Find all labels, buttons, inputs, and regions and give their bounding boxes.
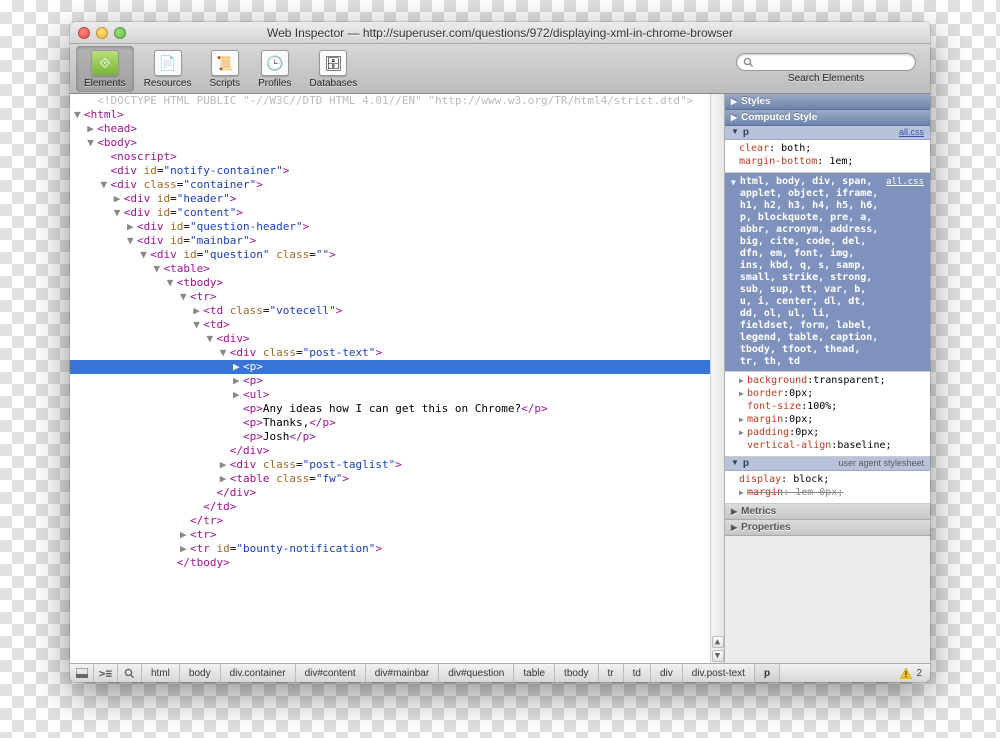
databases-icon: 🗄 bbox=[319, 50, 347, 76]
toolbar: ⟐ Elements 📄 Resources 📜 Scripts 🕒 Profi… bbox=[70, 44, 930, 94]
rule-2-header[interactable]: ▼html, body, div, span, applet, object, … bbox=[725, 173, 930, 372]
search-input[interactable] bbox=[754, 56, 909, 68]
breadcrumb-p[interactable]: p bbox=[755, 664, 780, 682]
breadcrumb-div-content[interactable]: div#content bbox=[296, 664, 366, 682]
dock-icon[interactable] bbox=[70, 664, 94, 682]
scroll-up-icon[interactable]: ▲ bbox=[712, 636, 724, 648]
inspector-window: Web Inspector — http://superuser.com/que… bbox=[70, 22, 930, 682]
rule-2-body[interactable]: ▶background: transparent; ▶border: 0px; … bbox=[725, 372, 930, 457]
breadcrumb-table[interactable]: table bbox=[514, 664, 555, 682]
metrics-section[interactable]: ▶Metrics bbox=[725, 504, 930, 520]
properties-section[interactable]: ▶Properties bbox=[725, 520, 930, 536]
rule-1-body[interactable]: clear: both; margin-bottom: 1em; bbox=[725, 140, 930, 173]
scripts-tab[interactable]: 📜 Scripts bbox=[202, 46, 249, 92]
main-area: <!DOCTYPE HTML PUBLIC "-//W3C//DTD HTML … bbox=[70, 94, 930, 663]
breadcrumb-div-question[interactable]: div#question bbox=[439, 664, 514, 682]
search-input-wrap[interactable] bbox=[736, 53, 916, 71]
computed-section[interactable]: ▶Computed Style bbox=[725, 110, 930, 126]
rule-3-header[interactable]: ▼puser agent stylesheet bbox=[725, 457, 930, 471]
statusbar: >≡ htmlbodydiv.containerdiv#contentdiv#m… bbox=[70, 663, 930, 682]
breadcrumb-body[interactable]: body bbox=[180, 664, 221, 682]
search-toggle-icon[interactable] bbox=[118, 664, 142, 682]
error-count[interactable]: 2 bbox=[892, 664, 930, 682]
search-icon bbox=[743, 57, 754, 68]
elements-icon: ⟐ bbox=[91, 50, 119, 76]
resources-icon: 📄 bbox=[154, 50, 182, 76]
databases-tab[interactable]: 🗄 Databases bbox=[301, 46, 365, 92]
profiles-tab[interactable]: 🕒 Profiles bbox=[250, 46, 299, 92]
resources-tab[interactable]: 📄 Resources bbox=[136, 46, 200, 92]
selected-dom-node[interactable]: ▶<p> bbox=[70, 360, 710, 374]
styles-section[interactable]: ▶Styles bbox=[725, 94, 930, 110]
breadcrumb-td[interactable]: td bbox=[624, 664, 651, 682]
titlebar: Web Inspector — http://superuser.com/que… bbox=[70, 22, 930, 44]
console-icon[interactable]: >≡ bbox=[94, 664, 118, 682]
warning-icon bbox=[900, 668, 912, 679]
styles-panel: ▶Styles ▶Computed Style ▼pall.css clear:… bbox=[725, 94, 930, 663]
breadcrumb-div-mainbar[interactable]: div#mainbar bbox=[366, 664, 439, 682]
scripts-icon: 📜 bbox=[211, 50, 239, 76]
breadcrumb-div-container[interactable]: div.container bbox=[221, 664, 296, 682]
search-label: Search Elements bbox=[788, 73, 864, 84]
breadcrumb-div[interactable]: div bbox=[651, 664, 683, 682]
dom-tree[interactable]: <!DOCTYPE HTML PUBLIC "-//W3C//DTD HTML … bbox=[70, 94, 725, 663]
breadcrumb-div-post-text[interactable]: div.post-text bbox=[683, 664, 755, 682]
rule-1-header[interactable]: ▼pall.css bbox=[725, 126, 930, 140]
breadcrumb-tbody[interactable]: tbody bbox=[555, 664, 598, 682]
breadcrumb-html[interactable]: html bbox=[142, 664, 180, 682]
breadcrumb-tr[interactable]: tr bbox=[599, 664, 624, 682]
scroll-down-icon[interactable]: ▼ bbox=[712, 650, 724, 662]
profiles-icon: 🕒 bbox=[261, 50, 289, 76]
vertical-scrollbar[interactable]: ▲ ▼ bbox=[710, 94, 724, 663]
window-title: Web Inspector — http://superuser.com/que… bbox=[70, 26, 930, 40]
rule-3-body[interactable]: display: block; ▶margin: 1em 0px; bbox=[725, 471, 930, 504]
elements-tab[interactable]: ⟐ Elements bbox=[76, 46, 134, 92]
